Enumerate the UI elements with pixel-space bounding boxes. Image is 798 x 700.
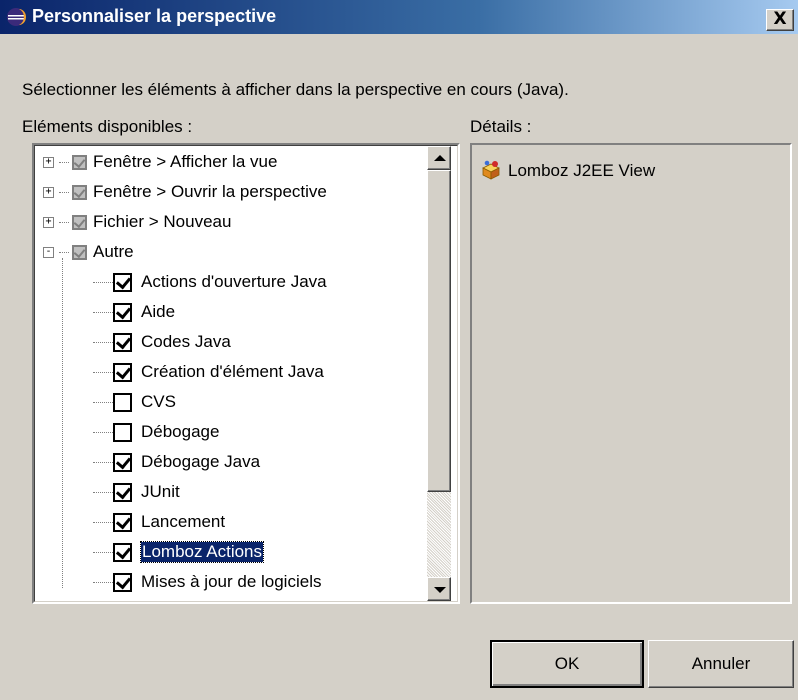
tree-checkbox[interactable] xyxy=(113,303,132,322)
scroll-down-button[interactable] xyxy=(427,577,451,601)
tree-connector xyxy=(93,312,113,313)
tree-item-label: Lancement xyxy=(141,512,226,531)
description-text: Sélectionner les éléments à afficher dan… xyxy=(22,80,569,99)
tree-item[interactable]: Codes Java xyxy=(35,328,425,358)
tree-item[interactable]: Lomboz Actions xyxy=(35,538,425,568)
tree-item[interactable]: Aide xyxy=(35,298,425,328)
cancel-button[interactable]: Annuler xyxy=(648,640,794,688)
arrow-down-icon xyxy=(434,587,446,593)
tree-checkbox[interactable] xyxy=(72,245,87,260)
tree-checkbox[interactable] xyxy=(113,423,132,442)
expand-icon[interactable]: + xyxy=(43,187,54,198)
tree-checkbox[interactable] xyxy=(113,273,132,292)
tree-connector xyxy=(59,222,69,223)
tree-item-label: Autre xyxy=(93,242,134,261)
tree-item-label: Fenêtre > Ouvrir la perspective xyxy=(93,182,327,201)
tree-item[interactable]: CVS xyxy=(35,388,425,418)
tree-item-label: Fenêtre > Afficher la vue xyxy=(93,152,278,171)
tree-item-label: Lomboz Actions xyxy=(139,541,265,563)
tree-item[interactable]: Mises à jour de logiciels xyxy=(35,568,425,598)
collapse-icon[interactable]: - xyxy=(43,247,54,258)
tree-checkbox[interactable] xyxy=(113,483,132,502)
tree-item-label: Aide xyxy=(141,302,176,321)
tree-connector xyxy=(59,162,69,163)
tree-connector xyxy=(93,552,113,553)
expand-icon[interactable]: + xyxy=(43,217,54,228)
tree-item[interactable]: JUnit xyxy=(35,478,425,508)
tree-checkbox[interactable] xyxy=(72,185,87,200)
arrow-up-icon xyxy=(434,155,446,161)
tree-item-label: Débogage xyxy=(141,422,220,441)
tree-item-label: Débogage Java xyxy=(141,452,261,471)
tree-item-label: Mises à jour de logiciels xyxy=(141,572,322,591)
tree-item-label: Fichier > Nouveau xyxy=(93,212,232,231)
tree-item[interactable]: + Fenêtre > Afficher la vue xyxy=(35,148,425,178)
tree-checkbox[interactable] xyxy=(72,215,87,230)
tree-connector xyxy=(59,192,69,193)
tree-item[interactable]: + Fenêtre > Ouvrir la perspective xyxy=(35,178,425,208)
tree-item[interactable]: Débogage Java xyxy=(35,448,425,478)
tree-connector xyxy=(93,432,113,433)
tree-item[interactable]: - Autre xyxy=(35,238,425,268)
tree-item[interactable]: Création d'élément Java xyxy=(35,358,425,388)
tree-checkbox[interactable] xyxy=(72,155,87,170)
tree-checkbox[interactable] xyxy=(113,453,132,472)
close-button[interactable]: X xyxy=(766,9,794,31)
tree-checkbox[interactable] xyxy=(113,363,132,382)
detail-item-label: Lomboz J2EE View xyxy=(508,161,656,180)
tree-checkbox[interactable] xyxy=(113,573,132,592)
tree-checkbox[interactable] xyxy=(113,543,132,562)
tree-item[interactable]: Débogage xyxy=(35,418,425,448)
tree-connector xyxy=(93,462,113,463)
scroll-up-button[interactable] xyxy=(427,146,451,170)
scroll-thumb[interactable] xyxy=(427,170,451,492)
tree-connector xyxy=(93,582,113,583)
vertical-scrollbar[interactable] xyxy=(427,146,451,601)
tree-connector xyxy=(93,492,113,493)
ok-button[interactable]: OK xyxy=(490,640,644,688)
tree-checkbox[interactable] xyxy=(113,393,132,412)
tree-connector xyxy=(93,282,113,283)
tree-item-label: Codes Java xyxy=(141,332,231,351)
title-bar[interactable]: Personnaliser la perspective X xyxy=(0,0,798,34)
tree-item-label: Actions d'ouverture Java xyxy=(141,272,327,291)
tree-checkbox[interactable] xyxy=(113,513,132,532)
tree-item[interactable]: Lancement xyxy=(35,508,425,538)
expand-icon[interactable]: + xyxy=(43,157,54,168)
available-elements-tree[interactable]: + Fenêtre > Afficher la vue + Fenêtre > Ouv… xyxy=(32,143,460,604)
tree-item[interactable]: + Fichier > Nouveau xyxy=(35,208,425,238)
available-elements-label: Eléments disponibles : xyxy=(22,117,193,136)
eclipse-icon xyxy=(7,8,26,26)
tree-connector xyxy=(93,342,113,343)
tree-view[interactable]: + Fenêtre > Afficher la vue + Fenêtre > Ouv… xyxy=(35,146,425,601)
lomboz-view-icon xyxy=(482,160,500,180)
tree-connector xyxy=(59,252,69,253)
tree-checkbox[interactable] xyxy=(113,333,132,352)
tree-connector xyxy=(93,372,113,373)
tree-item-label: CVS xyxy=(141,392,176,411)
tree-connector xyxy=(93,522,113,523)
window-title: Personnaliser la perspective xyxy=(32,6,277,26)
details-panel: Lomboz J2EE View xyxy=(470,143,792,604)
details-label: Détails : xyxy=(470,117,532,136)
tree-item-label: Création d'élément Java xyxy=(141,362,324,381)
tree-item[interactable]: Actions d'ouverture Java xyxy=(35,268,425,298)
tree-connector xyxy=(93,402,113,403)
tree-item-label: JUnit xyxy=(141,482,180,501)
